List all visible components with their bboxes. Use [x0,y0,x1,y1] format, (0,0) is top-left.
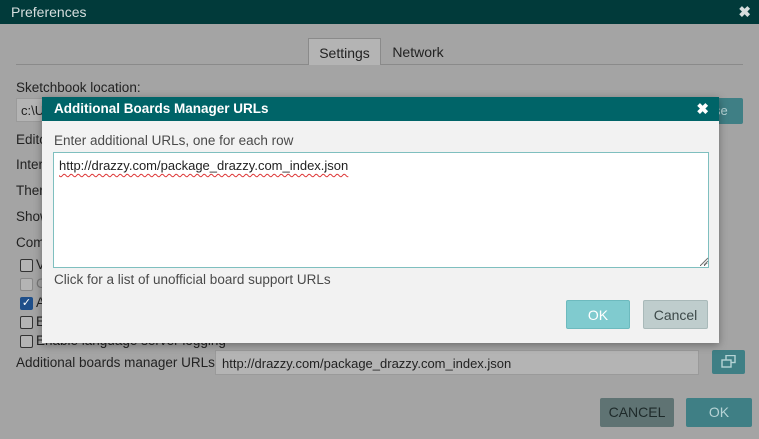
editor-quick-suggestions-checkbox[interactable] [20,316,33,329]
theme-label: Ther [16,183,44,198]
interface-scale-label: Inter [16,157,44,172]
tab-settings[interactable]: Settings [308,38,381,65]
dialog-titlebar: Additional Boards Manager URLs ✖ [42,97,719,121]
dialog-instruction: Enter additional URLs, one for each row [54,133,294,148]
open-urls-dialog-button[interactable] [712,350,745,374]
urls-textarea[interactable] [53,152,709,268]
dialog-title: Additional Boards Manager URLs [54,101,269,116]
compiler-warnings-label: Com [16,235,45,250]
dialog-cancel-button[interactable]: Cancel [643,300,708,329]
language-server-logging-checkbox[interactable] [20,335,33,348]
tab-network[interactable]: Network [384,38,452,65]
verify-code-checkbox[interactable] [20,259,33,272]
additional-urls-label: Additional boards manager URLs: [16,355,219,370]
preferences-title: Preferences [11,4,87,20]
dialog-ok-button[interactable]: OK [566,300,630,329]
preferences-cancel-button[interactable]: CANCEL [600,398,674,427]
preferences-ok-button[interactable]: OK [686,398,752,427]
open-window-icon [721,355,736,368]
additional-urls-dialog: Additional Boards Manager URLs ✖ Enter a… [42,97,719,343]
close-icon[interactable]: ✖ [696,100,709,118]
check-updates-checkbox [20,278,33,291]
unofficial-urls-link[interactable]: Click for a list of unofficial board sup… [54,272,331,287]
auto-save-checkbox[interactable]: ✓ [20,297,33,310]
close-icon[interactable]: ✖ [738,3,751,21]
additional-urls-input[interactable]: http://drazzy.com/package_drazzy.com_ind… [215,350,699,375]
sketchbook-location-label: Sketchbook location: [16,80,141,95]
resize-grip-icon[interactable] [700,257,709,266]
preferences-titlebar: Preferences ✖ [0,0,759,24]
